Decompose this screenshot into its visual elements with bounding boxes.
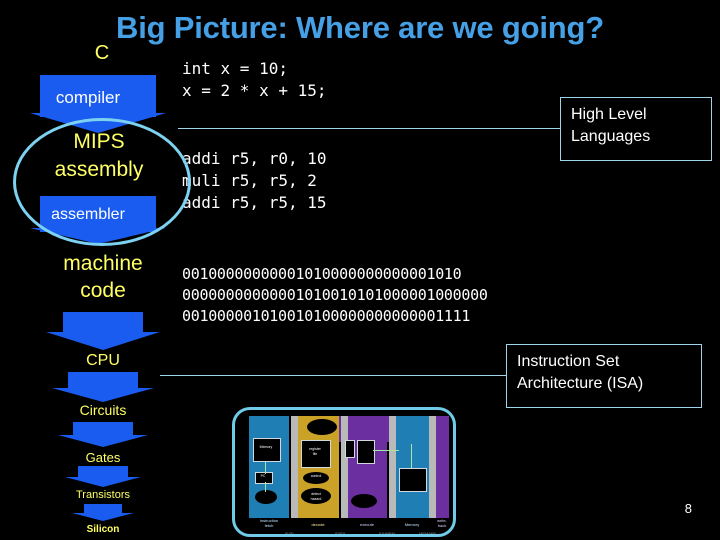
c-source-code: int x = 10; x = 2 * x + 15; xyxy=(182,59,327,100)
datapath-block-compute-targets xyxy=(307,419,337,435)
datapath-label-instruction-memory: Memory xyxy=(259,445,273,449)
arrow-gates-to-transistors xyxy=(65,466,141,488)
datapath-pipeline-register-id-ex xyxy=(341,416,348,518)
datapath-stage-memory xyxy=(395,416,429,518)
cpu-datapath-diagram: Memory PC register file control detect haz… xyxy=(232,407,456,537)
page-title: Big Picture: Where are we going? xyxy=(116,10,604,45)
datapath-caption-write-back: write-back xyxy=(437,518,447,528)
machine-code-bits: 00100000000001010000000000001010 0000000… xyxy=(182,265,488,325)
datapath-caption-decode: decode xyxy=(311,522,325,527)
datapath-wire-1 xyxy=(265,462,266,474)
assembly-code: addi r5, r0, 10 muli r5, r5, 2 addi r5, … xyxy=(182,149,327,212)
datapath-block-next-pc xyxy=(255,490,277,504)
transform-label-compiler: compiler xyxy=(55,88,121,107)
datapath-pipereg-label-if-id: IF/ID xyxy=(285,531,294,536)
machine-line-2: code xyxy=(80,279,126,302)
chain-label-mips-assembly: MIPS assembly xyxy=(13,128,185,184)
arrow-cpu-to-circuits xyxy=(52,372,154,402)
leader-line-isa xyxy=(160,375,506,376)
arrow-circuits-to-gates xyxy=(58,422,148,448)
slide-canvas: Big Picture: Where are we going? C compi… xyxy=(0,0,720,540)
datapath-label-control: control xyxy=(310,474,322,478)
datapath-block-instruction-memory xyxy=(253,438,281,462)
machine-line-1: machine xyxy=(63,252,143,275)
datapath-label-register-file: register file xyxy=(309,447,321,456)
arrow-transistors-to-silicon xyxy=(72,504,134,522)
datapath-pipeline-register-ex-mem xyxy=(389,416,396,518)
datapath-label-pc: PC xyxy=(260,474,266,478)
datapath-caption-execute: execute xyxy=(359,522,374,527)
mips-line-1: MIPS xyxy=(73,130,125,153)
page-number: 8 xyxy=(684,501,692,516)
datapath-wire-4 xyxy=(411,444,412,468)
chain-label-transistors: Transistors xyxy=(76,489,130,501)
datapath-block-alu xyxy=(357,440,375,464)
datapath-caption-instruction-fetch: Instruction fetch xyxy=(259,518,279,528)
datapath-block-extend xyxy=(345,440,355,458)
chain-label-cpu: CPU xyxy=(86,352,120,369)
datapath-label-detect-hazard: detect hazard xyxy=(310,492,322,501)
datapath-inner: Memory PC register file control detect haz… xyxy=(235,410,453,534)
datapath-block-data-memory xyxy=(399,468,427,492)
datapath-pipereg-label-id-ex: ID/EX xyxy=(335,531,346,536)
datapath-wire-2 xyxy=(265,482,266,492)
datapath-pipereg-label-ex-mem: EX/MEM xyxy=(379,531,395,536)
chain-label-machine-code: machine code xyxy=(28,250,178,304)
arrow-machine-to-cpu xyxy=(46,312,160,350)
mips-line-2: assembly xyxy=(54,158,144,181)
datapath-wire-3 xyxy=(373,450,399,451)
datapath-pipeline-register-mem-wb xyxy=(429,416,436,518)
chain-label-gates: Gates xyxy=(85,450,121,465)
datapath-block-forward-unit xyxy=(351,494,377,508)
transform-label-assembler: assembler xyxy=(51,206,125,223)
datapath-pipereg-label-mem-wb: MEM/WB xyxy=(419,531,436,536)
datapath-caption-memory: Memory xyxy=(404,522,420,527)
callout-instruction-set-architecture: Instruction Set Architecture (ISA) xyxy=(506,344,702,408)
chain-label-silicon: Silicon xyxy=(86,524,120,535)
leader-line-high-level-languages xyxy=(178,128,560,129)
callout-high-level-languages: High Level Languages xyxy=(560,97,712,161)
chain-label-circuits: Circuits xyxy=(79,402,127,418)
chain-label-c: C xyxy=(94,42,110,64)
datapath-pipeline-register-if-id xyxy=(291,416,298,518)
